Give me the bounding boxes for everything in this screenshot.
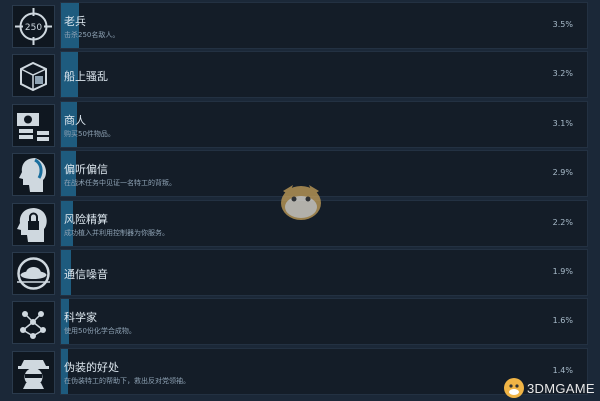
head-lock-icon	[12, 202, 55, 246]
site-logo-text: 3DMGAME	[527, 381, 595, 396]
site-logo: 3DMGAME	[503, 376, 600, 400]
achievement-row[interactable]: 通信噪音 1.9%	[0, 249, 600, 299]
cube-icon	[12, 54, 55, 98]
achievement-row[interactable]: 科学家使用50份化学合成物。 1.6%	[0, 298, 600, 348]
achievement-row[interactable]: 250 老兵击杀250名敌人。 3.5%	[0, 2, 600, 52]
achievement-panel: 商人购买50件物品。 3.1%	[60, 100, 588, 148]
achievement-row[interactable]: 船上骚乱 3.2%	[0, 51, 600, 101]
molecule-icon	[12, 301, 55, 345]
spy-icon	[12, 350, 55, 394]
achievement-title: 风险精算	[64, 212, 108, 226]
unlock-percentage: 2.9%	[552, 168, 573, 178]
ufo-icon	[12, 252, 55, 295]
achievement-description: 在伪装特工的帮助下，救出反对党领袖。	[64, 376, 190, 385]
achievement-title: 船上骚乱	[64, 70, 108, 84]
achievement-description: 成功植入并利用控制器为你服务。	[64, 228, 169, 237]
crosshair-250-icon: 250	[12, 5, 55, 48]
unlock-percentage: 1.4%	[552, 365, 573, 375]
unlock-percentage: 3.1%	[552, 118, 573, 128]
achievement-title: 通信噪音	[64, 268, 108, 281]
unlock-percentage: 3.5%	[552, 20, 573, 29]
achievement-title: 商人	[64, 113, 86, 127]
unlock-percentage: 2.2%	[552, 217, 573, 227]
unlock-percentage: 1.6%	[552, 316, 573, 326]
svg-text:250: 250	[25, 23, 42, 33]
achievement-title: 伪装的好处	[64, 360, 119, 374]
achievement-panel: 通信噪音 1.9%	[60, 249, 588, 296]
achievement-panel: 船上骚乱 3.2%	[60, 51, 588, 99]
achievement-description: 击杀250名敌人。	[64, 31, 120, 39]
achievement-title: 老兵	[64, 15, 86, 28]
achievement-description: 使用50份化学合成物。	[64, 327, 136, 336]
head-profile-icon	[12, 153, 55, 197]
achievement-description: 购买50件物品。	[64, 129, 115, 138]
achievement-title: 科学家	[64, 311, 97, 325]
money-stack-icon	[12, 103, 55, 147]
unlock-percentage: 3.2%	[552, 69, 573, 79]
achievement-panel: 老兵击杀250名敌人。 3.5%	[60, 2, 588, 49]
watermark-mascot-icon	[275, 177, 327, 223]
achievement-row[interactable]: 商人购买50件物品。 3.1%	[0, 100, 600, 151]
unlock-percentage: 1.9%	[552, 267, 573, 276]
achievement-description: 在战术任务中见证一名特工的背叛。	[64, 179, 176, 188]
achievement-panel: 科学家使用50份化学合成物。 1.6%	[60, 298, 588, 346]
achievement-title: 偏听偏信	[64, 163, 108, 177]
